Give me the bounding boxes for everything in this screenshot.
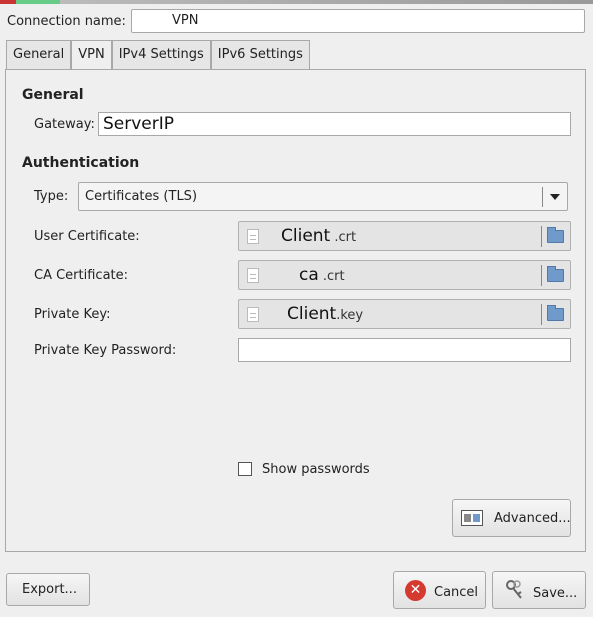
gateway-label: Gateway: <box>34 117 95 132</box>
user-certificate-filename: Client .crt <box>281 226 356 246</box>
tab-ipv6-settings[interactable]: IPv6 Settings <box>210 40 310 70</box>
cancel-button[interactable]: ✕ Cancel <box>393 571 486 609</box>
ca-certificate-filename: ca .crt <box>299 265 345 285</box>
keys-icon <box>506 580 522 599</box>
gateway-input[interactable]: ServerIP <box>98 112 571 136</box>
auth-type-value: Certificates (TLS) <box>85 189 198 204</box>
button-separator <box>541 304 542 325</box>
connection-name-label: Connection name: <box>7 14 126 29</box>
tab-bar: General VPN IPv4 Settings IPv6 Settings <box>6 40 310 70</box>
ca-certificate-label: CA Certificate: <box>34 268 129 283</box>
private-key-name: Client <box>287 304 337 324</box>
folder-icon[interactable] <box>547 305 564 321</box>
private-key-password-input[interactable] <box>238 338 571 362</box>
general-section-title: General <box>22 87 84 103</box>
show-passwords-checkbox[interactable] <box>238 462 252 476</box>
connection-name-input[interactable]: VPN <box>131 9 585 33</box>
vpn-tab-panel: General Gateway: ServerIP Authentication… <box>5 69 586 552</box>
redacted-text <box>138 14 172 27</box>
tab-general[interactable]: General <box>6 40 72 70</box>
type-label: Type: <box>34 189 69 204</box>
export-button[interactable]: Export... <box>6 573 90 606</box>
ca-certificate-ext: .crt <box>322 269 345 284</box>
authentication-section-title: Authentication <box>22 155 140 171</box>
auth-type-select[interactable]: Certificates (TLS) <box>78 182 568 211</box>
save-button[interactable]: Save... <box>492 571 586 609</box>
private-key-chooser[interactable]: Client.key <box>238 299 571 329</box>
advanced-button[interactable]: Advanced... <box>452 499 571 537</box>
cancel-icon: ✕ <box>405 580 426 601</box>
connection-name-row: Connection name: VPN <box>0 6 593 36</box>
window-top-strip <box>0 0 593 4</box>
private-key-ext: .key <box>336 308 364 323</box>
user-certificate-ext: .crt <box>334 230 357 245</box>
user-certificate-chooser[interactable]: Client .crt <box>238 221 571 251</box>
tab-ipv4-settings[interactable]: IPv4 Settings <box>111 40 211 70</box>
folder-icon[interactable] <box>547 266 564 282</box>
document-icon <box>247 307 259 322</box>
document-icon <box>247 268 259 283</box>
advanced-settings-icon <box>461 510 483 526</box>
document-icon <box>247 229 259 244</box>
connection-name-value: VPN <box>172 13 199 28</box>
folder-icon[interactable] <box>547 227 564 243</box>
chevron-down-icon <box>550 194 560 200</box>
show-passwords-label: Show passwords <box>262 462 370 477</box>
user-certificate-name: Client <box>281 226 331 246</box>
private-key-label: Private Key: <box>34 307 111 322</box>
ca-certificate-name: ca <box>299 265 319 285</box>
export-button-label: Export... <box>22 582 77 597</box>
private-key-filename: Client.key <box>287 304 363 324</box>
combo-separator <box>542 187 543 207</box>
button-separator <box>541 265 542 286</box>
tab-vpn[interactable]: VPN <box>71 40 112 70</box>
user-certificate-label: User Certificate: <box>34 229 140 244</box>
private-key-password-label: Private Key Password: <box>34 343 177 358</box>
save-button-label: Save... <box>533 586 578 601</box>
advanced-button-label: Advanced... <box>494 511 571 526</box>
button-separator <box>541 226 542 247</box>
ca-certificate-chooser[interactable]: ca .crt <box>238 260 571 290</box>
cancel-button-label: Cancel <box>434 585 479 600</box>
